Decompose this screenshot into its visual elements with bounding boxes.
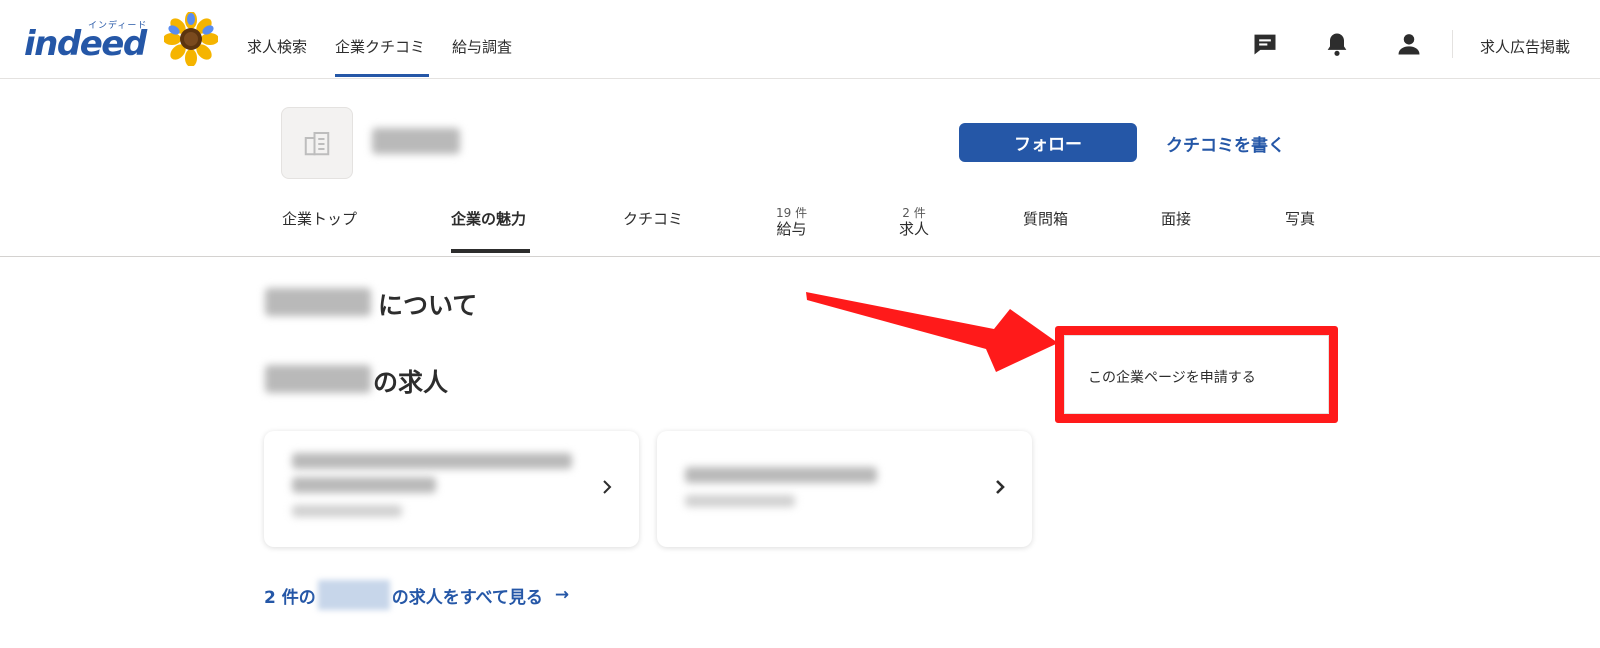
all-jobs-prefix: 2 件の xyxy=(264,587,316,608)
tab-active-indicator xyxy=(451,249,530,253)
tab-jobs[interactable]: 2 件 求人 xyxy=(899,206,929,238)
about-heading: について xyxy=(378,291,478,320)
tab-interviews[interactable]: 面接 xyxy=(1161,210,1191,228)
arrow-right-icon: → xyxy=(554,585,570,605)
tab-questions[interactable]: 質問箱 xyxy=(1023,210,1068,228)
nav-job-search[interactable]: 求人検索 xyxy=(247,36,307,57)
bell-icon[interactable] xyxy=(1323,30,1351,58)
building-icon xyxy=(304,132,330,156)
tab-company-top[interactable]: 企業トップ xyxy=(282,210,357,228)
tab-salary[interactable]: 19 件 給与 xyxy=(776,206,807,238)
tab-photos[interactable]: 写真 xyxy=(1285,210,1315,228)
logo-wordmark: indeed xyxy=(24,24,147,64)
indeed-logo[interactable]: インディード indeed xyxy=(24,14,148,64)
job-card[interactable] xyxy=(657,431,1032,547)
tab-company-appeal[interactable]: 企業の魅力 xyxy=(451,210,526,228)
claim-page-link[interactable]: この企業ページを申請する xyxy=(1088,367,1256,387)
company-name-redacted xyxy=(372,128,460,154)
top-navigation: インディード indeed 求人検索 企業クチコミ 給与調査 求人広告掲載 xyxy=(0,0,1600,79)
header-divider xyxy=(1452,30,1453,58)
see-all-jobs-link[interactable]: 2 件の の求人をすべて見る → xyxy=(264,580,569,610)
person-icon[interactable] xyxy=(1395,30,1423,58)
company-name-redacted xyxy=(317,580,390,610)
chevron-right-icon xyxy=(996,480,1005,494)
post-job-link[interactable]: 求人広告掲載 xyxy=(1480,36,1570,57)
job-card[interactable] xyxy=(264,431,639,547)
sunflower-icon xyxy=(164,12,218,66)
nav-salary-search[interactable]: 給与調査 xyxy=(452,36,512,57)
write-review-link[interactable]: クチコミを書く xyxy=(1166,131,1285,156)
follow-button[interactable]: フォロー xyxy=(959,123,1137,162)
job-title-redacted xyxy=(292,453,572,469)
company-logo xyxy=(281,107,353,179)
job-location-redacted xyxy=(685,495,795,507)
company-name-redacted xyxy=(265,288,371,316)
all-jobs-suffix: の求人をすべて見る xyxy=(391,587,543,608)
job-location-redacted xyxy=(292,505,402,517)
chevron-right-icon xyxy=(603,480,612,494)
annotation-arrow xyxy=(806,292,1058,372)
jobs-heading: の求人 xyxy=(373,368,449,397)
company-name-redacted xyxy=(265,365,371,393)
nav-company-reviews[interactable]: 企業クチコミ xyxy=(335,36,425,57)
tab-reviews[interactable]: クチコミ xyxy=(623,210,683,228)
nav-active-indicator xyxy=(335,74,429,77)
job-title-redacted xyxy=(292,477,436,493)
message-icon[interactable] xyxy=(1251,30,1279,58)
job-title-redacted xyxy=(685,467,877,483)
